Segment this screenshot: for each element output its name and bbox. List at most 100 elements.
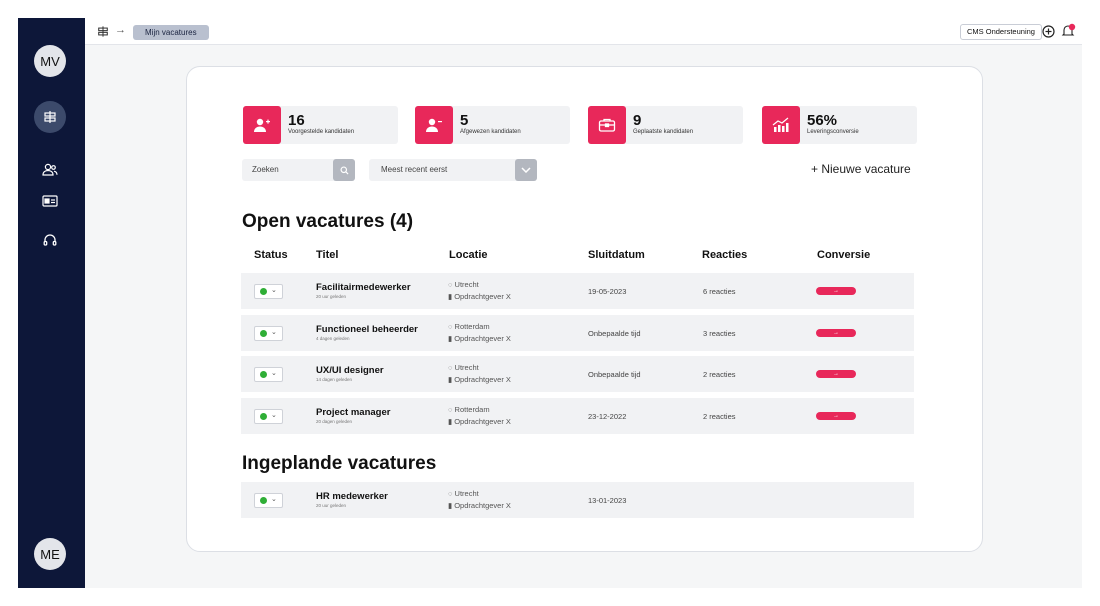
- vacancy-title[interactable]: UX/UI designer: [316, 365, 384, 376]
- sidebar-item-profiel[interactable]: [34, 185, 66, 217]
- sidebar: MV ME: [18, 18, 85, 588]
- vacancy-title[interactable]: HR medewerker: [316, 491, 388, 502]
- column-header-status[interactable]: Status: [254, 249, 288, 261]
- user-minus-icon: [426, 118, 442, 132]
- stat-placed[interactable]: 9 Geplaatste kandidaten: [588, 106, 743, 144]
- stat-rejected[interactable]: 5 Afgewezen kandidaten: [415, 106, 570, 144]
- stat-value: 56%: [807, 112, 838, 129]
- id-card-icon: [42, 195, 58, 207]
- vacancy-age: 20 dagen geleden: [316, 419, 353, 424]
- vacancy-age: 14 dagen geleden: [316, 377, 353, 382]
- table-row[interactable]: ⌄ Facilitairmedewerker 20 uur geleden ◌ …: [241, 273, 914, 309]
- sort-select[interactable]: Meest recent eerst: [369, 159, 537, 181]
- status-toggle[interactable]: ⌄: [254, 284, 283, 299]
- sidebar-item-kandidaten[interactable]: [34, 154, 66, 186]
- stat-label: Afgewezen kandidaten: [460, 129, 521, 135]
- signpost-icon: [44, 111, 56, 123]
- column-header-title[interactable]: Titel: [316, 249, 338, 261]
- chevron-down-icon: ⌄: [271, 496, 277, 503]
- chevron-down-icon: ⌄: [271, 329, 277, 336]
- responses-count[interactable]: 2 reacties: [703, 370, 736, 379]
- app-frame: MV ME → Mijn vacatures CMS Ondersteuning…: [18, 18, 1082, 588]
- responses-count[interactable]: 6 reacties: [703, 287, 736, 296]
- location-client: ▮ Opdrachtgever X: [448, 501, 511, 510]
- search-button[interactable]: [333, 159, 355, 181]
- location-client: ▮ Opdrachtgever X: [448, 334, 511, 343]
- cms-support-button[interactable]: CMS Ondersteuning: [960, 24, 1042, 40]
- chevron-down-icon: [521, 167, 531, 173]
- sort-value: Meest recent eerst: [381, 165, 448, 174]
- conversion-button[interactable]: →: [816, 329, 856, 337]
- closing-date: 13-01-2023: [588, 496, 627, 505]
- sidebar-item-vacatures[interactable]: [34, 101, 66, 133]
- status-dot: [260, 288, 267, 295]
- vacancy-age: 20 uur geleden: [316, 294, 347, 299]
- chart-up-icon: [772, 117, 789, 132]
- vacancy-title[interactable]: Project manager: [316, 407, 390, 418]
- sort-dropdown-button[interactable]: [515, 159, 537, 181]
- location-client: ▮ Opdrachtgever X: [448, 292, 511, 301]
- closing-date: 19-05-2023: [588, 287, 627, 296]
- column-header-location[interactable]: Locatie: [449, 249, 488, 261]
- vacancy-age: 4 dagen geleden: [316, 336, 350, 341]
- closing-date: Onbepaalde tijd: [588, 329, 641, 338]
- user-plus-icon: [254, 118, 270, 132]
- conversion-button[interactable]: →: [816, 412, 856, 420]
- sidebar-item-support[interactable]: [34, 224, 66, 256]
- status-dot: [260, 371, 267, 378]
- users-icon: [42, 163, 58, 176]
- vacancy-title[interactable]: Functioneel beheerder: [316, 324, 418, 335]
- user-avatar[interactable]: ME: [34, 538, 66, 570]
- new-vacancy-button[interactable]: + Nieuwe vacature: [811, 162, 911, 176]
- briefcase-icon: [598, 118, 616, 132]
- breadcrumb[interactable]: Mijn vacatures: [133, 25, 209, 40]
- search-input[interactable]: Zoeken: [242, 159, 355, 181]
- section-title-planned: Ingeplande vacatures: [242, 453, 437, 474]
- breadcrumb-arrow-icon: →: [115, 24, 126, 36]
- responses-count[interactable]: 2 reacties: [703, 412, 736, 421]
- column-header-closing-date[interactable]: Sluitdatum: [588, 249, 645, 261]
- stat-value: 16: [288, 112, 305, 129]
- location-city: ◌ Utrecht: [448, 280, 479, 289]
- vacancies-card: 16 Voorgestelde kandidaten 5 Afgewezen k…: [186, 66, 983, 552]
- section-title-open: Open vacatures (4): [242, 211, 414, 232]
- location-city: ◌ Utrecht: [448, 489, 479, 498]
- status-toggle[interactable]: ⌄: [254, 367, 283, 382]
- stat-conversion[interactable]: 56% Leveringsconversie: [762, 106, 917, 144]
- table-row[interactable]: ⌄ Project manager 20 dagen geleden ◌ Rot…: [241, 398, 914, 434]
- status-dot: [260, 497, 267, 504]
- notification-bell-icon[interactable]: [1061, 23, 1076, 38]
- conversion-button[interactable]: →: [816, 287, 856, 295]
- status-toggle[interactable]: ⌄: [254, 326, 283, 341]
- stat-value: 5: [460, 112, 469, 129]
- location-city: ◌ Rotterdam: [448, 405, 490, 414]
- status-dot: [260, 413, 267, 420]
- location-client: ▮ Opdrachtgever X: [448, 417, 511, 426]
- status-toggle[interactable]: ⌄: [254, 493, 283, 508]
- stat-label: Geplaatste kandidaten: [633, 129, 694, 135]
- conversion-button[interactable]: →: [816, 370, 856, 378]
- vacancy-title[interactable]: Facilitairmedewerker: [316, 282, 411, 293]
- column-header-responses[interactable]: Reacties: [702, 249, 747, 261]
- status-dot: [260, 330, 267, 337]
- chevron-down-icon: ⌄: [271, 287, 277, 294]
- add-circle-icon[interactable]: [1042, 25, 1055, 38]
- table-row[interactable]: ⌄ HR medewerker 20 uur geleden ◌ Utrecht…: [241, 482, 914, 518]
- stat-suggested[interactable]: 16 Voorgestelde kandidaten: [243, 106, 398, 144]
- location-city: ◌ Rotterdam: [448, 322, 490, 331]
- table-row[interactable]: ⌄ Functioneel beheerder 4 dagen geleden …: [241, 315, 914, 351]
- column-header-conversion[interactable]: Conversie: [817, 249, 870, 261]
- avatar[interactable]: MV: [34, 45, 66, 77]
- stat-label: Voorgestelde kandidaten: [288, 129, 355, 135]
- responses-count[interactable]: 3 reacties: [703, 329, 736, 338]
- status-toggle[interactable]: ⌄: [254, 409, 283, 424]
- stat-label: Leveringsconversie: [807, 129, 859, 135]
- chevron-down-icon: ⌄: [271, 412, 277, 419]
- signpost-icon[interactable]: [97, 25, 109, 38]
- table-row[interactable]: ⌄ UX/UI designer 14 dagen geleden ◌ Utre…: [241, 356, 914, 392]
- top-bar: → Mijn vacatures CMS Ondersteuning: [85, 18, 1082, 45]
- search-placeholder: Zoeken: [252, 165, 279, 174]
- vacancy-age: 20 uur geleden: [316, 503, 347, 508]
- search-icon: [339, 165, 349, 175]
- stat-value: 9: [633, 112, 642, 129]
